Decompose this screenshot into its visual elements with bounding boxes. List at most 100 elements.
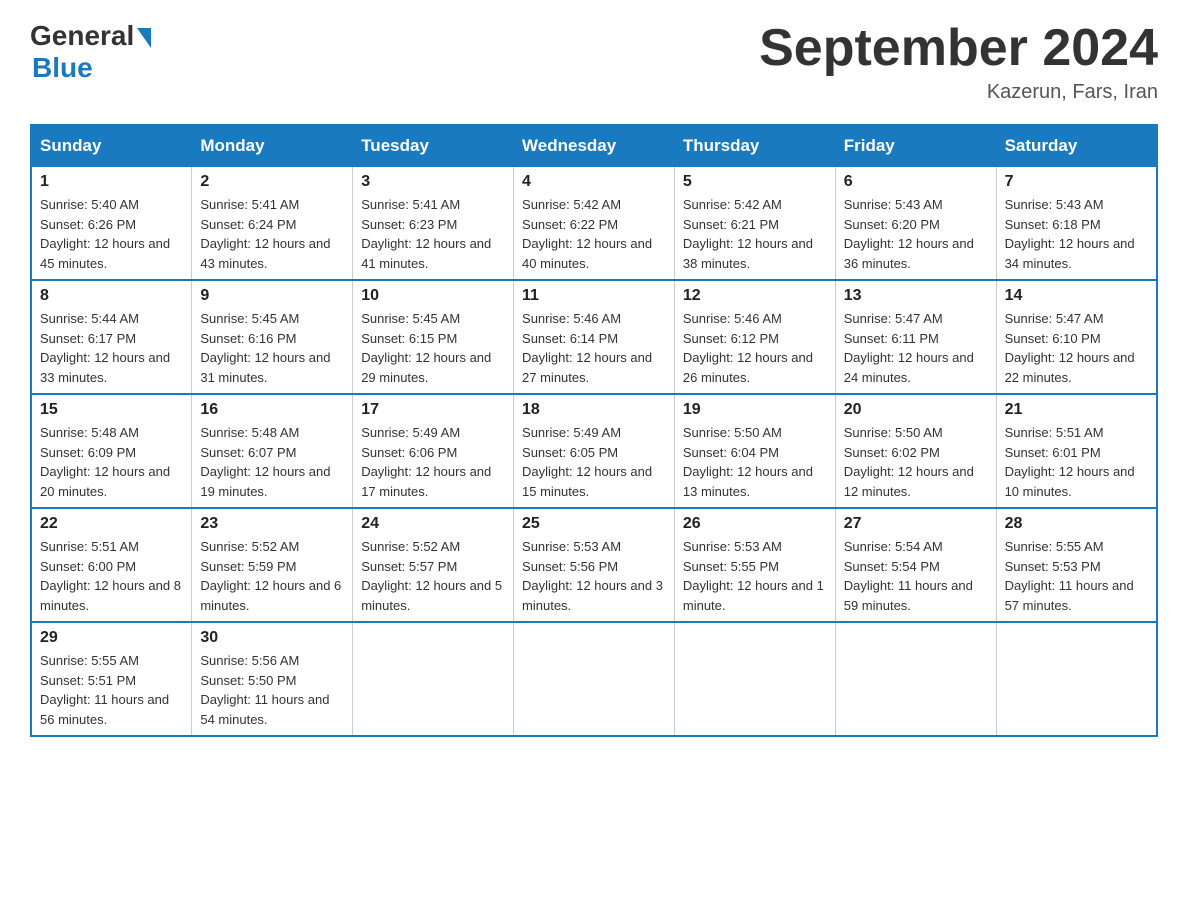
col-friday: Friday	[835, 125, 996, 167]
calendar-cell: 14 Sunrise: 5:47 AMSunset: 6:10 PMDayligh…	[996, 280, 1157, 394]
calendar-cell: 6Sunrise: 5:43 AMSunset: 6:20 PMDaylight…	[835, 167, 996, 281]
calendar-cell: 9 Sunrise: 5:45 AMSunset: 6:16 PMDaylight…	[192, 280, 353, 394]
day-info: Sunrise: 5:43 AMSunset: 6:18 PMDaylight:…	[1005, 195, 1148, 273]
day-number: 18	[522, 401, 666, 419]
day-info: Sunrise: 5:49 AMSunset: 6:06 PMDaylight:…	[361, 423, 505, 501]
calendar-week-4: 22Sunrise: 5:51 AMSunset: 6:00 PMDayligh…	[31, 508, 1157, 622]
day-number: 21	[1005, 401, 1148, 419]
calendar-cell: 18 Sunrise: 5:49 AMSunset: 6:05 PMDayligh…	[514, 394, 675, 508]
calendar-cell: 19Sunrise: 5:50 AMSunset: 6:04 PMDayligh…	[674, 394, 835, 508]
day-number: 28	[1005, 515, 1148, 533]
day-number: 7	[1005, 173, 1148, 191]
day-info: Sunrise: 5:52 AMSunset: 5:57 PMDaylight:…	[361, 537, 505, 615]
calendar-week-2: 8 Sunrise: 5:44 AMSunset: 6:17 PMDaylight…	[31, 280, 1157, 394]
calendar-cell: 22Sunrise: 5:51 AMSunset: 6:00 PMDayligh…	[31, 508, 192, 622]
calendar-week-1: 1 Sunrise: 5:40 AMSunset: 6:26 PMDaylight…	[31, 167, 1157, 281]
calendar-cell: 26Sunrise: 5:53 AMSunset: 5:55 PMDayligh…	[674, 508, 835, 622]
day-info: Sunrise: 5:55 AMSunset: 5:53 PMDaylight:…	[1005, 537, 1148, 615]
day-info: Sunrise: 5:51 AMSunset: 6:00 PMDaylight:…	[40, 537, 183, 615]
day-number: 29	[40, 629, 183, 647]
calendar-cell: 29Sunrise: 5:55 AMSunset: 5:51 PMDayligh…	[31, 622, 192, 736]
logo-general-text: General	[30, 20, 134, 52]
calendar-cell: 23 Sunrise: 5:52 AMSunset: 5:59 PMDayligh…	[192, 508, 353, 622]
calendar-cell: 20 Sunrise: 5:50 AMSunset: 6:02 PMDayligh…	[835, 394, 996, 508]
calendar-cell: 21 Sunrise: 5:51 AMSunset: 6:01 PMDayligh…	[996, 394, 1157, 508]
calendar-cell: 5 Sunrise: 5:42 AMSunset: 6:21 PMDaylight…	[674, 167, 835, 281]
day-number: 6	[844, 173, 988, 191]
day-info: Sunrise: 5:48 AMSunset: 6:09 PMDaylight:…	[40, 423, 183, 501]
day-number: 16	[200, 401, 344, 419]
day-info: Sunrise: 5:45 AMSunset: 6:16 PMDaylight:…	[200, 309, 344, 387]
day-number: 13	[844, 287, 988, 305]
col-monday: Monday	[192, 125, 353, 167]
day-number: 2	[200, 173, 344, 191]
calendar-cell: 11 Sunrise: 5:46 AMSunset: 6:14 PMDayligh…	[514, 280, 675, 394]
logo-blue-text: Blue	[32, 52, 151, 84]
day-number: 27	[844, 515, 988, 533]
calendar-cell: 2 Sunrise: 5:41 AMSunset: 6:24 PMDaylight…	[192, 167, 353, 281]
day-info: Sunrise: 5:48 AMSunset: 6:07 PMDaylight:…	[200, 423, 344, 501]
day-number: 15	[40, 401, 183, 419]
month-title: September 2024	[759, 20, 1158, 77]
calendar-cell: 30 Sunrise: 5:56 AMSunset: 5:50 PMDayligh…	[192, 622, 353, 736]
day-number: 17	[361, 401, 505, 419]
calendar-week-3: 15 Sunrise: 5:48 AMSunset: 6:09 PMDayligh…	[31, 394, 1157, 508]
day-number: 14	[1005, 287, 1148, 305]
logo: General Blue	[30, 20, 151, 84]
calendar-cell	[996, 622, 1157, 736]
day-number: 9	[200, 287, 344, 305]
calendar-cell: 4 Sunrise: 5:42 AMSunset: 6:22 PMDaylight…	[514, 167, 675, 281]
day-info: Sunrise: 5:49 AMSunset: 6:05 PMDaylight:…	[522, 423, 666, 501]
day-number: 24	[361, 515, 505, 533]
day-info: Sunrise: 5:42 AMSunset: 6:22 PMDaylight:…	[522, 195, 666, 273]
calendar-cell: 27Sunrise: 5:54 AMSunset: 5:54 PMDayligh…	[835, 508, 996, 622]
day-info: Sunrise: 5:42 AMSunset: 6:21 PMDaylight:…	[683, 195, 827, 273]
calendar-cell: 3 Sunrise: 5:41 AMSunset: 6:23 PMDaylight…	[353, 167, 514, 281]
calendar-cell	[514, 622, 675, 736]
day-number: 1	[40, 173, 183, 191]
day-number: 4	[522, 173, 666, 191]
calendar-cell: 8 Sunrise: 5:44 AMSunset: 6:17 PMDaylight…	[31, 280, 192, 394]
calendar-cell: 28 Sunrise: 5:55 AMSunset: 5:53 PMDayligh…	[996, 508, 1157, 622]
location-text: Kazerun, Fars, Iran	[759, 81, 1158, 104]
day-info: Sunrise: 5:40 AMSunset: 6:26 PMDaylight:…	[40, 195, 183, 273]
day-info: Sunrise: 5:41 AMSunset: 6:24 PMDaylight:…	[200, 195, 344, 273]
calendar-cell: 15 Sunrise: 5:48 AMSunset: 6:09 PMDayligh…	[31, 394, 192, 508]
calendar-cell: 16 Sunrise: 5:48 AMSunset: 6:07 PMDayligh…	[192, 394, 353, 508]
day-info: Sunrise: 5:50 AMSunset: 6:02 PMDaylight:…	[844, 423, 988, 501]
calendar-cell: 25 Sunrise: 5:53 AMSunset: 5:56 PMDayligh…	[514, 508, 675, 622]
calendar-cell	[835, 622, 996, 736]
calendar-header-row: Sunday Monday Tuesday Wednesday Thursday…	[31, 125, 1157, 167]
day-number: 25	[522, 515, 666, 533]
day-number: 23	[200, 515, 344, 533]
day-info: Sunrise: 5:47 AMSunset: 6:10 PMDaylight:…	[1005, 309, 1148, 387]
calendar-cell: 10 Sunrise: 5:45 AMSunset: 6:15 PMDayligh…	[353, 280, 514, 394]
day-number: 8	[40, 287, 183, 305]
day-number: 5	[683, 173, 827, 191]
day-number: 10	[361, 287, 505, 305]
col-tuesday: Tuesday	[353, 125, 514, 167]
day-number: 30	[200, 629, 344, 647]
day-info: Sunrise: 5:52 AMSunset: 5:59 PMDaylight:…	[200, 537, 344, 615]
day-info: Sunrise: 5:41 AMSunset: 6:23 PMDaylight:…	[361, 195, 505, 273]
logo-triangle-icon	[137, 28, 151, 48]
calendar-cell: 7 Sunrise: 5:43 AMSunset: 6:18 PMDaylight…	[996, 167, 1157, 281]
calendar-cell: 12Sunrise: 5:46 AMSunset: 6:12 PMDayligh…	[674, 280, 835, 394]
day-info: Sunrise: 5:56 AMSunset: 5:50 PMDaylight:…	[200, 651, 344, 729]
day-number: 11	[522, 287, 666, 305]
calendar-cell: 24 Sunrise: 5:52 AMSunset: 5:57 PMDayligh…	[353, 508, 514, 622]
day-info: Sunrise: 5:51 AMSunset: 6:01 PMDaylight:…	[1005, 423, 1148, 501]
day-number: 12	[683, 287, 827, 305]
day-info: Sunrise: 5:53 AMSunset: 5:56 PMDaylight:…	[522, 537, 666, 615]
col-wednesday: Wednesday	[514, 125, 675, 167]
day-number: 19	[683, 401, 827, 419]
day-number: 3	[361, 173, 505, 191]
calendar-cell	[674, 622, 835, 736]
day-info: Sunrise: 5:46 AMSunset: 6:14 PMDaylight:…	[522, 309, 666, 387]
day-info: Sunrise: 5:45 AMSunset: 6:15 PMDaylight:…	[361, 309, 505, 387]
calendar-cell: 1 Sunrise: 5:40 AMSunset: 6:26 PMDaylight…	[31, 167, 192, 281]
day-info: Sunrise: 5:47 AMSunset: 6:11 PMDaylight:…	[844, 309, 988, 387]
day-number: 20	[844, 401, 988, 419]
day-number: 26	[683, 515, 827, 533]
day-info: Sunrise: 5:44 AMSunset: 6:17 PMDaylight:…	[40, 309, 183, 387]
